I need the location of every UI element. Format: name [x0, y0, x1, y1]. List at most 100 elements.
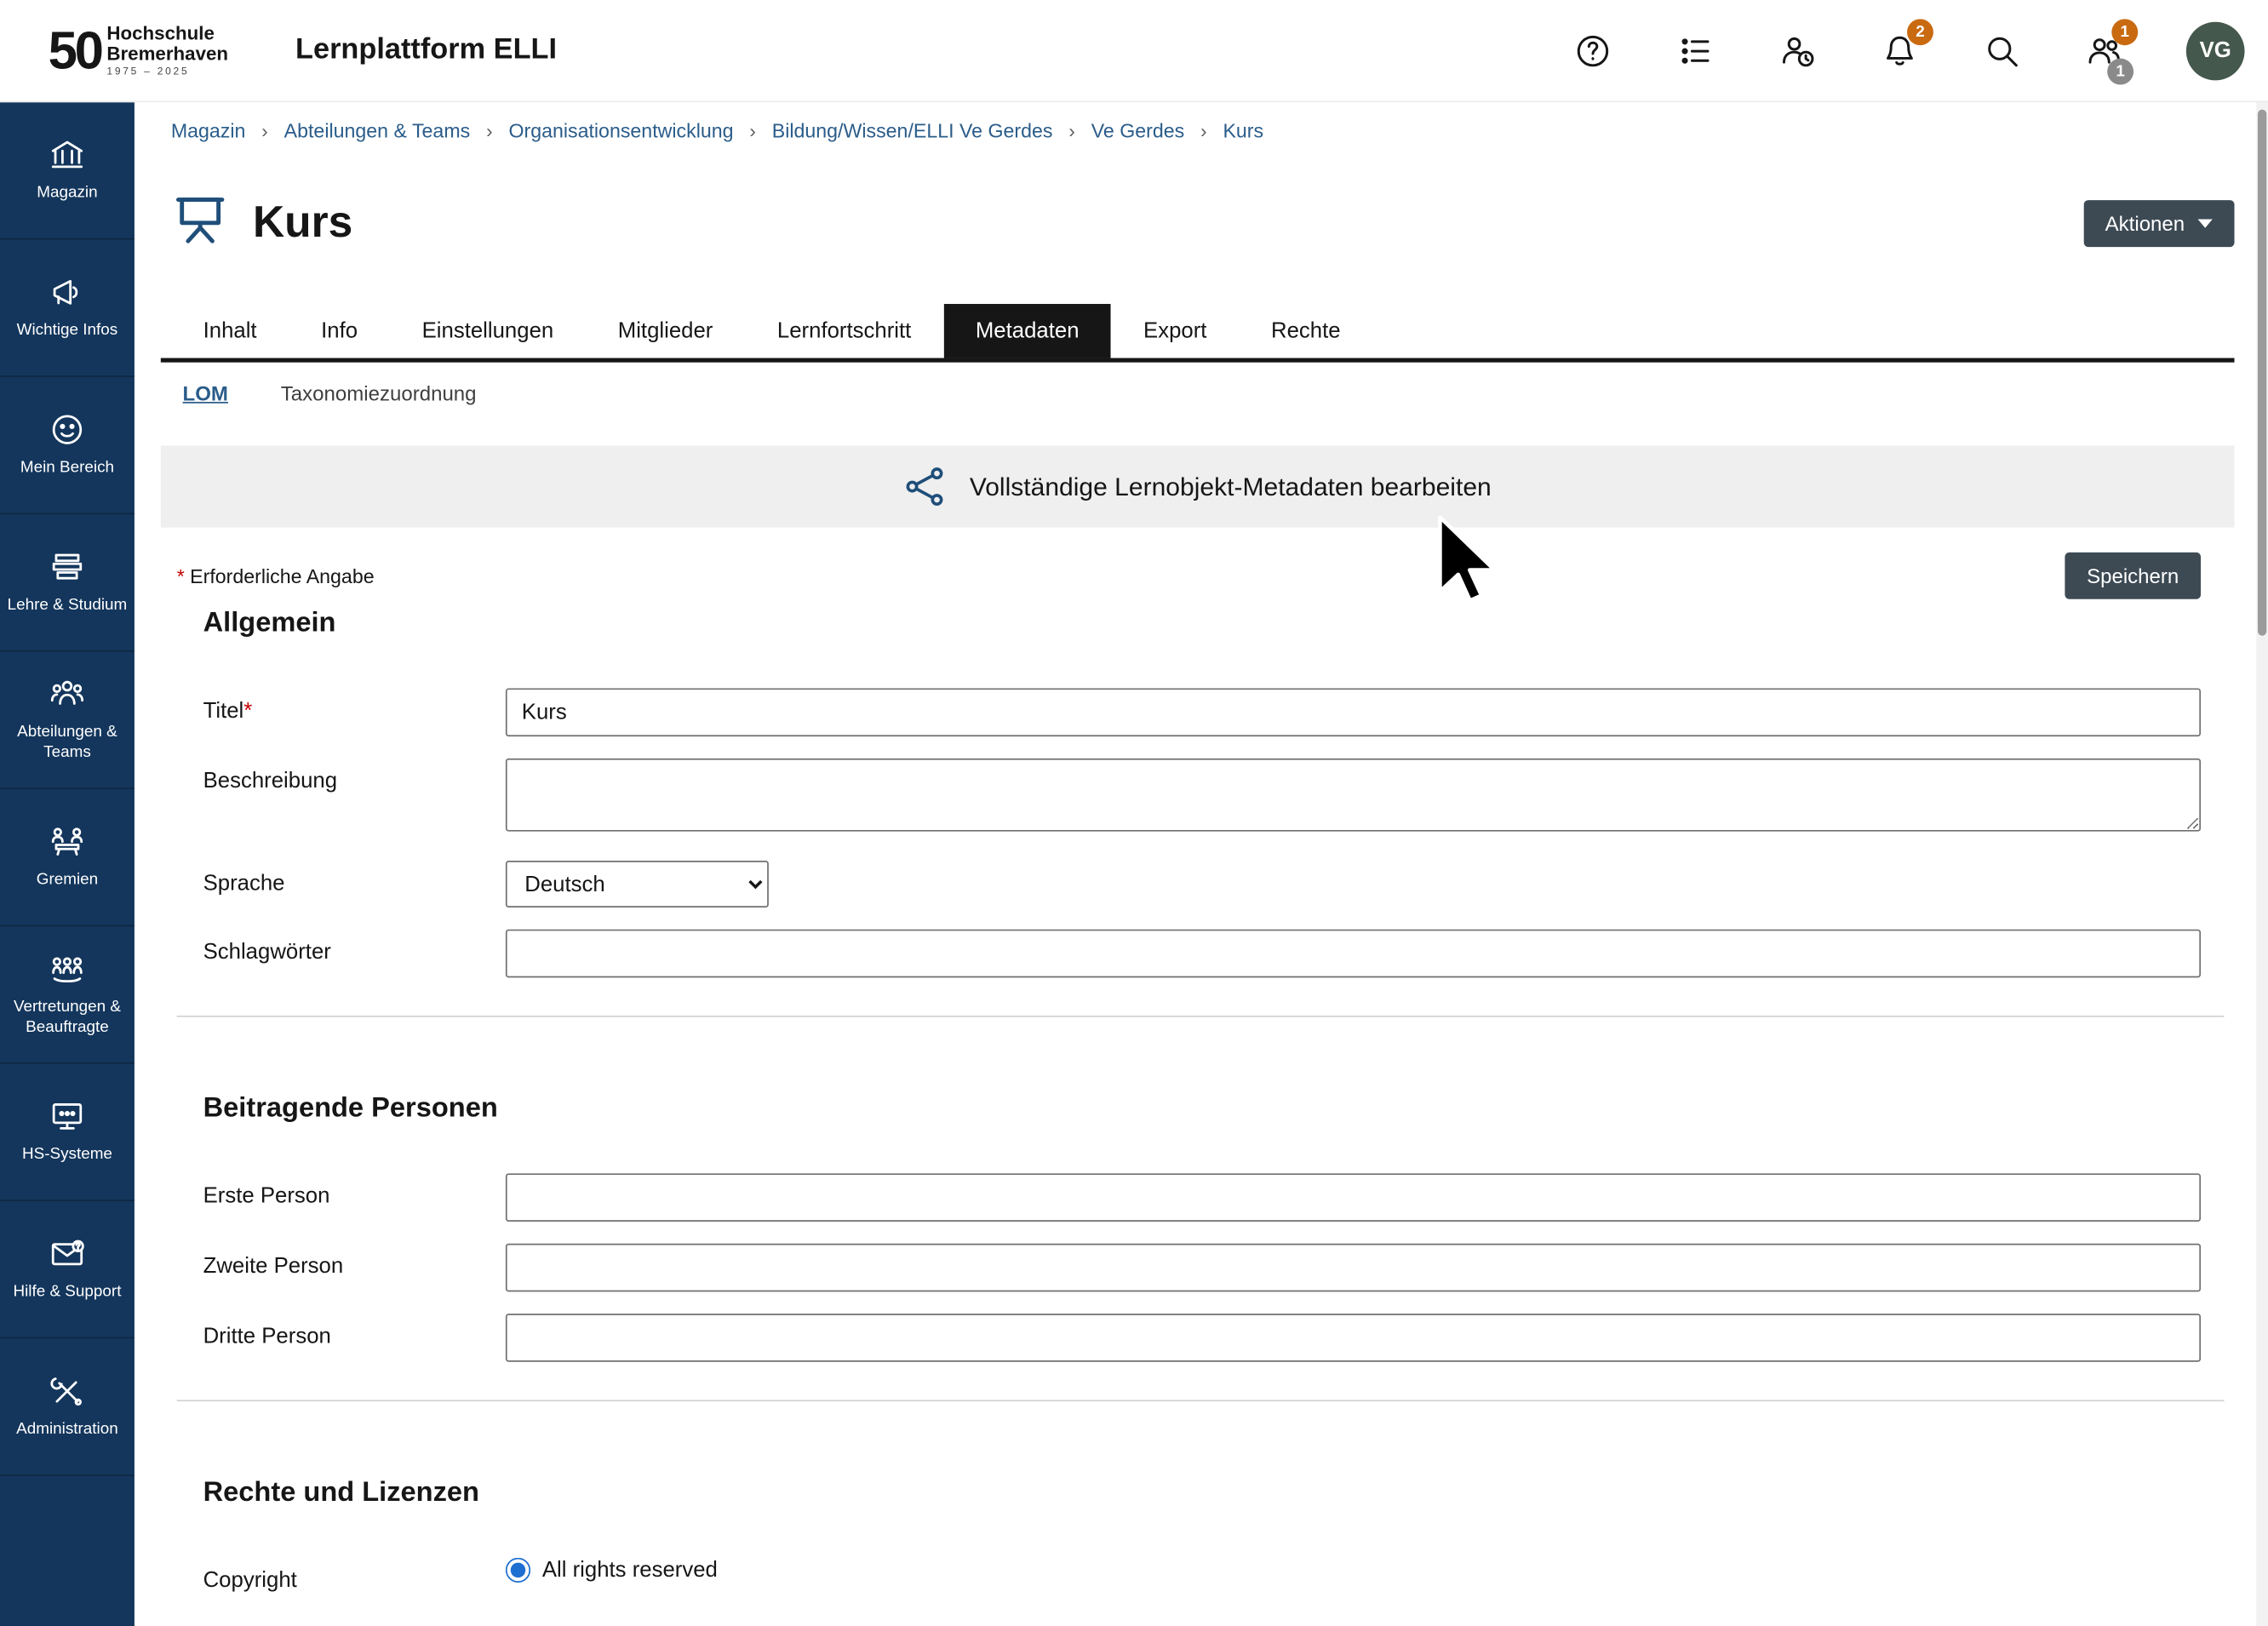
- list-icon: [1676, 31, 1715, 70]
- sidebar-item-hs-systeme[interactable]: HS-Systeme: [0, 1064, 135, 1201]
- breadcrumb-item-abteilungen-teams[interactable]: Abteilungen & Teams: [284, 120, 471, 142]
- section-divider: [177, 1400, 2225, 1401]
- subtab-lom[interactable]: LOM: [183, 381, 228, 404]
- sidebar-item-label: Magazin: [32, 184, 102, 204]
- books-icon: [49, 548, 87, 587]
- vertical-scrollbar[interactable]: [2256, 102, 2268, 1626]
- breadcrumb-separator-icon: ›: [1200, 120, 1206, 142]
- tab-inhalt[interactable]: Inhalt: [171, 304, 289, 358]
- page-title-row: Kurs Aktionen: [161, 190, 2235, 255]
- zweite-person-input[interactable]: [506, 1244, 2201, 1292]
- logo-years: 1975 – 2025: [106, 66, 228, 77]
- breadcrumb: Magazin › Abteilungen & Teams › Organisa…: [161, 120, 2235, 142]
- sidebar-item-hilfe-support[interactable]: Hilfe & Support: [0, 1201, 135, 1338]
- tab-info[interactable]: Info: [289, 304, 389, 358]
- sidebar-item-label: Administration: [12, 1421, 123, 1441]
- main-content: Magazin › Abteilungen & Teams › Organisa…: [135, 102, 2256, 1626]
- edit-full-metadata-banner[interactable]: Vollständige Lernobjekt-Metadaten bearbe…: [161, 446, 2235, 528]
- dritte-person-input[interactable]: [506, 1314, 2201, 1362]
- breadcrumb-item-kurs[interactable]: Kurs: [1223, 120, 1263, 142]
- titel-field-wrap: [506, 688, 2201, 736]
- sidebar-item-label: HS-Systeme: [18, 1146, 117, 1166]
- sidebar-item-label: Gremien: [32, 871, 103, 891]
- sidebar-item-abteilungen-teams[interactable]: Abteilungen & Teams: [0, 652, 135, 789]
- beschreibung-label: Beschreibung: [203, 759, 506, 793]
- banner-label: Vollständige Lernobjekt-Metadaten bearbe…: [970, 472, 1492, 502]
- sidebar-item-administration[interactable]: Administration: [0, 1338, 135, 1475]
- chevron-down-icon: [2198, 219, 2213, 227]
- logo-name-line2: Bremerhaven: [106, 43, 228, 64]
- subtab-taxonomiezuordnung[interactable]: Taxonomiezuordnung: [281, 381, 477, 404]
- erste-person-field-wrap: [506, 1173, 2201, 1222]
- dritte-person-label: Dritte Person: [203, 1314, 506, 1348]
- tab-metadaten[interactable]: Metadaten: [943, 304, 1111, 358]
- sidebar-item-magazin[interactable]: Magazin: [0, 102, 135, 239]
- logo-text: Hochschule Bremerhaven 1975 – 2025: [106, 24, 228, 77]
- tab-bar: Inhalt Info Einstellungen Mitglieder Ler…: [161, 304, 2235, 363]
- logo-50-mark: 50: [49, 24, 101, 77]
- tab-lernfortschritt[interactable]: Lernfortschritt: [745, 304, 943, 358]
- tab-mitglieder[interactable]: Mitglieder: [586, 304, 745, 358]
- required-note-text: Erforderliche Angabe: [185, 564, 375, 587]
- contacts-button[interactable]: 1 1: [2084, 30, 2125, 71]
- screenshot-viewport: 50 Hochschule Bremerhaven 1975 – 2025 Le…: [0, 0, 2268, 1626]
- form-row-titel: Titel*: [161, 688, 2235, 736]
- copyright-label: Copyright: [203, 1558, 506, 1593]
- tab-rechte[interactable]: Rechte: [1239, 304, 1372, 358]
- notifications-badge: 2: [1907, 18, 1933, 44]
- form-row-schlagwoerter: Schlagwörter: [161, 930, 2235, 978]
- required-note: * Erforderliche Angabe: [177, 564, 375, 587]
- sidebar-item-vertretungen-beauftragte[interactable]: Vertretungen & Beauftragte: [0, 926, 135, 1063]
- form-row-dritte-person: Dritte Person: [161, 1314, 2235, 1362]
- tab-export[interactable]: Export: [1111, 304, 1239, 358]
- section-heading-rechte: Rechte und Lizenzen: [161, 1477, 2235, 1509]
- breadcrumb-item-bildung-wissen[interactable]: Bildung/Wissen/ELLI Ve Gerdes: [772, 120, 1053, 142]
- aktionen-button[interactable]: Aktionen: [2083, 199, 2235, 246]
- sprache-select[interactable]: Deutsch: [506, 861, 769, 907]
- dritte-person-field-wrap: [506, 1314, 2201, 1362]
- sidebar-item-label: Wichtige Infos: [13, 322, 123, 342]
- titel-required-asterisk: *: [243, 698, 252, 723]
- hochschule-bremerhaven-logo[interactable]: 50 Hochschule Bremerhaven 1975 – 2025: [49, 24, 228, 77]
- notifications-button[interactable]: 2: [1879, 30, 1920, 71]
- section-divider: [177, 1016, 2225, 1017]
- beschreibung-textarea[interactable]: [506, 759, 2201, 832]
- tab-einstellungen[interactable]: Einstellungen: [390, 304, 586, 358]
- search-button[interactable]: [1982, 30, 2023, 71]
- zweite-person-label: Zweite Person: [203, 1244, 506, 1279]
- sidebar-item-label: Lehre & Studium: [3, 597, 131, 617]
- mail-help-icon: [49, 1235, 87, 1274]
- copyright-radio[interactable]: [506, 1558, 530, 1583]
- sidebar-item-wichtige-infos[interactable]: Wichtige Infos: [0, 240, 135, 377]
- scrollbar-thumb[interactable]: [2258, 110, 2266, 636]
- form-header-row: * Erforderliche Angabe Speichern: [161, 552, 2235, 599]
- sidebar-item-mein-bereich[interactable]: Mein Bereich: [0, 377, 135, 514]
- form-row-beschreibung: Beschreibung: [161, 759, 2235, 839]
- user-status-button[interactable]: [1777, 30, 1818, 71]
- list-view-button[interactable]: [1675, 30, 1715, 71]
- sidebar-item-lehre-studium[interactable]: Lehre & Studium: [0, 514, 135, 651]
- help-button[interactable]: [1572, 30, 1613, 71]
- breadcrumb-item-organisationsentwicklung[interactable]: Organisationsentwicklung: [508, 120, 733, 142]
- sidebar-item-gremien[interactable]: Gremien: [0, 789, 135, 926]
- titel-label-text: Titel: [203, 698, 244, 723]
- form-row-erste-person: Erste Person: [161, 1173, 2235, 1222]
- breadcrumb-separator-icon: ›: [1068, 120, 1074, 142]
- breadcrumb-item-ve-gerdes[interactable]: Ve Gerdes: [1091, 120, 1185, 142]
- course-board-icon: [171, 190, 230, 255]
- help-icon: [1574, 31, 1612, 70]
- erste-person-input[interactable]: [506, 1173, 2201, 1222]
- breadcrumb-item-magazin[interactable]: Magazin: [171, 120, 246, 142]
- user-avatar[interactable]: VG: [2186, 21, 2245, 80]
- titel-label: Titel*: [203, 688, 506, 723]
- main-sidebar: Magazin Wichtige Infos Mein Bereich: [0, 102, 135, 1626]
- copyright-radio-option[interactable]: All rights reserved: [506, 1558, 2201, 1583]
- titel-input[interactable]: [506, 688, 2201, 736]
- search-icon: [1983, 31, 2021, 70]
- speichern-button[interactable]: Speichern: [2065, 552, 2201, 599]
- tools-icon: [49, 1372, 87, 1411]
- user-clock-icon: [1778, 31, 1817, 70]
- schlagwoerter-input[interactable]: [506, 930, 2201, 978]
- speichern-button-label: Speichern: [2087, 564, 2179, 587]
- sidebar-item-label: Mein Bereich: [16, 459, 119, 479]
